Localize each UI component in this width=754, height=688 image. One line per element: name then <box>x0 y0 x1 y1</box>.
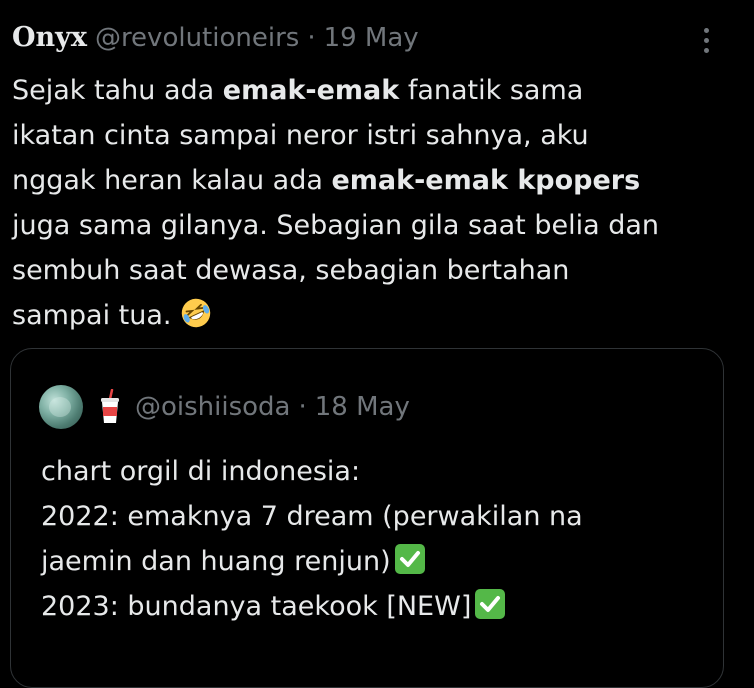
avatar[interactable] <box>39 385 83 429</box>
check-mark-icon <box>394 544 425 574</box>
quoted-tweet-text: chart orgil di indonesia: 2022: emaknya … <box>41 449 711 629</box>
quoted-line: 2022: emaknya 7 dream (perwakilan na <box>41 501 583 532</box>
tweet-text: Sejak tahu ada emak-emak fanatik sama ik… <box>12 68 732 338</box>
quoted-line: 2023: bundanya taekook [NEW] <box>41 584 711 629</box>
check-mark-icon <box>475 589 506 619</box>
quoted-line: jaemin dan huang renjun) <box>41 539 711 584</box>
author-handle[interactable]: @revolutioneirs <box>95 23 299 53</box>
quoted-line: chart orgil di indonesia: <box>41 456 361 487</box>
tweet[interactable]: Onyx @revolutioneirs · 19 May Sejak tahu… <box>0 0 754 688</box>
quoted-handle[interactable]: @oishiisoda <box>135 392 291 422</box>
tweet-date[interactable]: 19 May <box>324 23 419 53</box>
bold-text: emak-emak kpopers <box>331 165 641 196</box>
tweet-line: sembuh saat dewasa, sebagian bertahan <box>12 255 570 286</box>
separator-dot: · <box>307 23 316 53</box>
author-name[interactable]: Onyx <box>12 22 87 53</box>
tweet-line: Sejak tahu ada emak-emak fanatik sama <box>12 75 584 106</box>
soda-cup-icon <box>101 389 119 423</box>
tweet-header: Onyx @revolutioneirs · 19 May <box>12 22 419 62</box>
tweet-line: nggak heran kalau ada emak-emak kpopers <box>12 165 641 196</box>
quoted-tweet[interactable]: @oishiisoda · 18 May chart orgil di indo… <box>10 348 724 688</box>
more-options-icon[interactable] <box>690 20 722 60</box>
tweet-line: ikatan cinta sampai neror istri sahnya, … <box>12 120 589 151</box>
bold-text: emak-emak <box>222 75 400 106</box>
tweet-line: juga sama gilanya. Sebagian gila saat be… <box>12 210 659 241</box>
quoted-date[interactable]: 18 May <box>315 392 410 422</box>
quoted-tweet-header: @oishiisoda · 18 May <box>39 385 410 429</box>
rolling-laughing-emoji-icon <box>181 298 211 328</box>
separator-dot: · <box>298 392 307 422</box>
tweet-line: sampai tua. <box>12 293 732 338</box>
